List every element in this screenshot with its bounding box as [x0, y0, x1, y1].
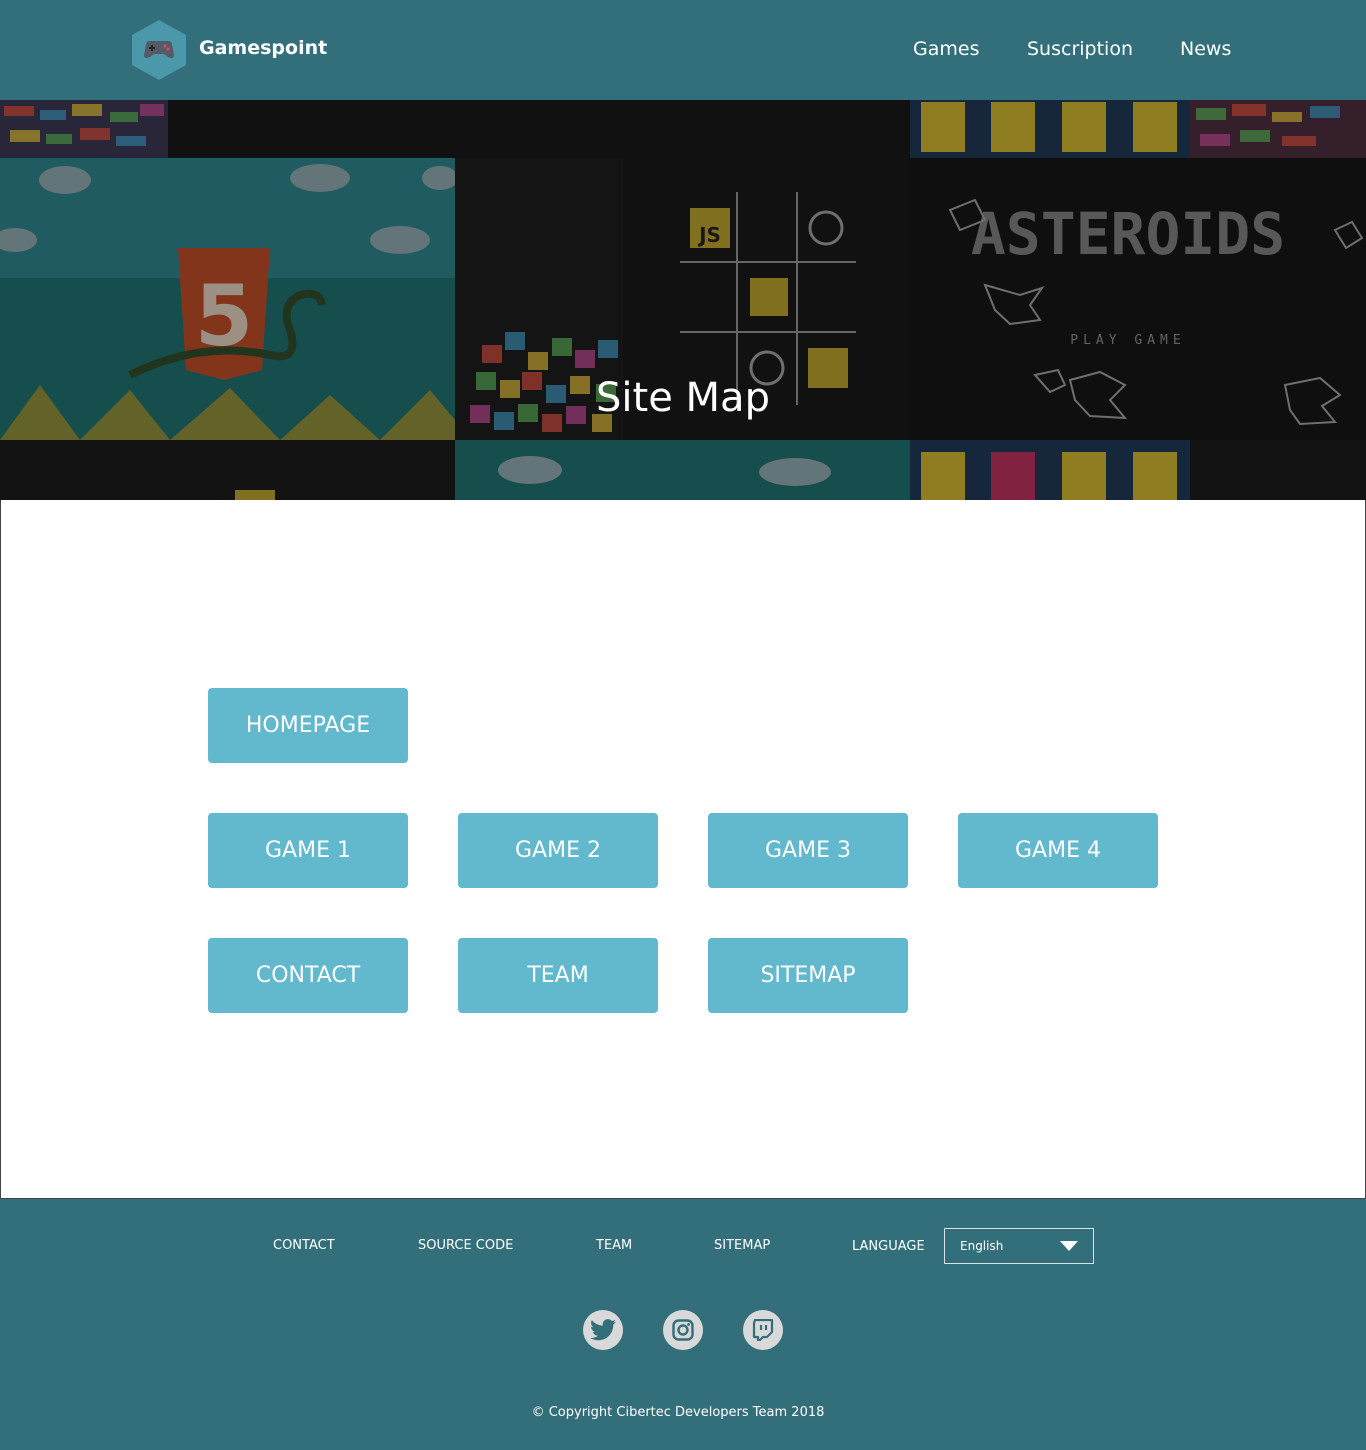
language-select[interactable]: English [944, 1228, 1094, 1264]
gamepad-logo-icon[interactable] [132, 20, 186, 80]
nav-games[interactable]: Games [913, 38, 979, 60]
footer-link-source-code[interactable]: SOURCE CODE [418, 1238, 513, 1253]
game-2-button[interactable]: GAME 2 [458, 813, 658, 888]
language-label: LANGUAGE [852, 1239, 925, 1254]
footer-link-team[interactable]: TEAM [596, 1238, 632, 1253]
copyright-text: © Copyright Cibertec Developers Team 201… [531, 1405, 825, 1420]
site-footer: CONTACT SOURCE CODE TEAM SITEMAP LANGUAG… [0, 1199, 1366, 1450]
contact-button[interactable]: CONTACT [208, 938, 408, 1013]
chevron-down-icon [1060, 1241, 1078, 1251]
sitemap-section: HOMEPAGE GAME 1 GAME 2 GAME 3 GAME 4 CON… [0, 500, 1366, 1199]
game-4-button[interactable]: GAME 4 [958, 813, 1158, 888]
twitch-icon[interactable] [743, 1310, 783, 1350]
brand-name[interactable]: Gamespoint [199, 37, 327, 59]
game-collage-image: 5 JS ASTEROIDS PLAY GAME [0, 100, 1366, 500]
game-3-button[interactable]: GAME 3 [708, 813, 908, 888]
homepage-button[interactable]: HOMEPAGE [208, 688, 408, 763]
language-select-value: English [960, 1239, 1004, 1253]
twitter-icon[interactable] [583, 1310, 623, 1350]
site-header: Gamespoint Games Suscription News [0, 0, 1366, 100]
hero-banner: 5 JS ASTEROIDS PLAY GAME Site Map [0, 100, 1366, 500]
footer-link-contact[interactable]: CONTACT [273, 1238, 335, 1253]
game-1-button[interactable]: GAME 1 [208, 813, 408, 888]
team-button[interactable]: TEAM [458, 938, 658, 1013]
nav-suscription[interactable]: Suscription [1027, 38, 1133, 60]
footer-link-sitemap[interactable]: SITEMAP [714, 1238, 770, 1253]
sitemap-button[interactable]: SITEMAP [708, 938, 908, 1013]
nav-news[interactable]: News [1180, 38, 1231, 60]
instagram-icon[interactable] [663, 1310, 703, 1350]
